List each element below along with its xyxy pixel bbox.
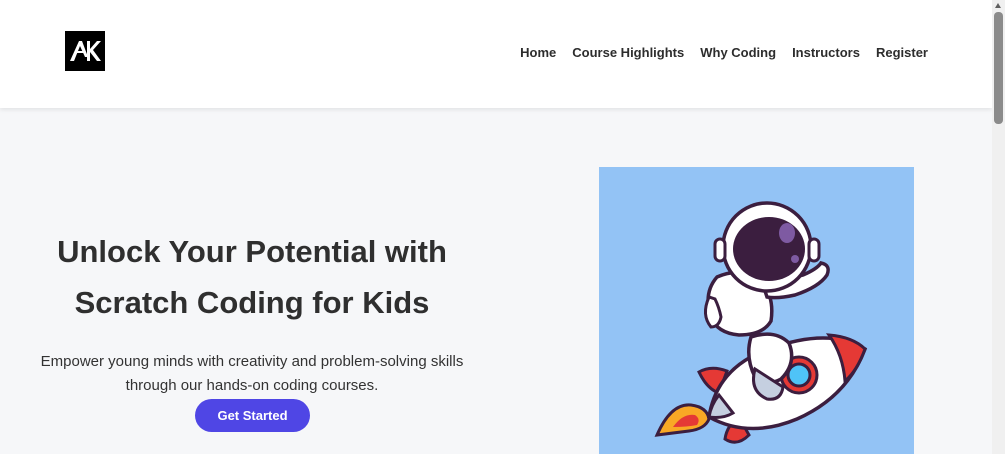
nav-item-instructors[interactable]: Instructors bbox=[792, 45, 860, 60]
hero-title-line2: Scratch Coding for Kids bbox=[74, 285, 430, 320]
nav-item-why-coding[interactable]: Why Coding bbox=[700, 45, 776, 60]
site-header: Home Course Highlights Why Coding Instru… bbox=[0, 0, 992, 108]
hero-subtitle: Empower young minds with creativity and … bbox=[20, 350, 484, 398]
page-scrollbar[interactable] bbox=[992, 0, 1005, 454]
nav-item-course-highlights[interactable]: Course Highlights bbox=[572, 45, 684, 60]
nav-item-register[interactable]: Register bbox=[876, 45, 928, 60]
nav-item-home[interactable]: Home bbox=[520, 45, 556, 60]
hero-subtitle-line2: through our hands-on coding courses. bbox=[125, 377, 379, 394]
logo[interactable] bbox=[65, 31, 105, 71]
ak-logo-icon bbox=[70, 41, 101, 61]
astronaut-rocket-icon bbox=[654, 201, 868, 444]
hero-text: Unlock Your Potential with Scratch Codin… bbox=[20, 226, 484, 398]
hero-title-line1: Unlock Your Potential with bbox=[57, 234, 447, 269]
hero-image bbox=[599, 167, 914, 454]
main-nav: Home Course Highlights Why Coding Instru… bbox=[520, 45, 928, 60]
hero-title: Unlock Your Potential with Scratch Codin… bbox=[20, 226, 484, 328]
hero-subtitle-line1: Empower young minds with creativity and … bbox=[40, 353, 464, 370]
scroll-up-arrow-icon[interactable] bbox=[995, 3, 1001, 8]
scroll-thumb[interactable] bbox=[994, 12, 1003, 124]
get-started-button[interactable]: Get Started bbox=[195, 399, 310, 432]
